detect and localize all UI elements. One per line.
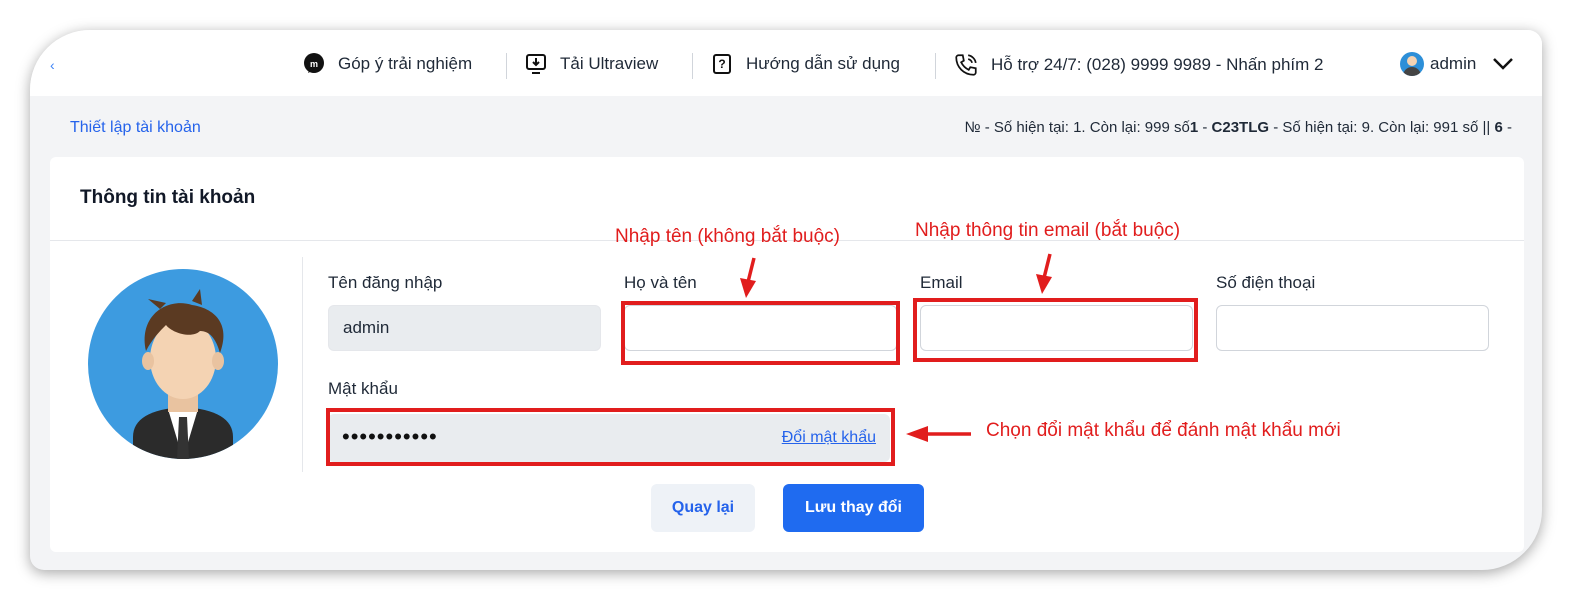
breadcrumb[interactable]: Thiết lập tài khoản <box>70 119 201 137</box>
user-menu[interactable]: admin <box>1400 52 1514 76</box>
ticker-text: C23TLG <box>1211 119 1270 136</box>
back-arrow-icon[interactable]: ‹ <box>50 57 55 73</box>
username-field: admin <box>328 305 601 351</box>
help-book-icon: ? <box>710 52 734 76</box>
sub-header: Thiết lập tài khoản № - Số hiện tại: 1. … <box>30 96 1542 154</box>
annotation-email-hint: Nhập thông tin email (bắt buộc) <box>915 220 1181 241</box>
ticker-text: - <box>1502 119 1512 136</box>
account-info-card: Thông tin tài khoản Tên đăng nhập admin … <box>50 157 1524 552</box>
feedback-label: Góp ý trải nghiệm <box>338 54 473 73</box>
phone-icon <box>953 52 979 78</box>
ticker-text: 1 <box>1189 119 1199 136</box>
divider <box>302 257 303 472</box>
user-name: admin <box>1430 54 1477 73</box>
ticker-text: - <box>1198 119 1212 136</box>
download-monitor-icon <box>524 52 548 76</box>
chevron-down-icon[interactable] <box>1492 57 1514 71</box>
divider <box>692 53 693 79</box>
save-changes-button[interactable]: Lưu thay đổi <box>783 484 924 532</box>
email-input[interactable] <box>920 305 1193 351</box>
ticker-text: || <box>1478 119 1495 136</box>
support-label: Hỗ trợ 24/7: (028) 9999 9989 - Nhấn phím… <box>991 55 1324 74</box>
ticker-text: - Số hiện tại: 9. Còn lại: 991 số <box>1269 119 1479 136</box>
annotation-password-hint: Chọn đổi mật khẩu để đánh mật khẩu mới <box>986 420 1341 441</box>
svg-text:?: ? <box>718 57 725 71</box>
chat-bubble-icon: m <box>302 52 326 76</box>
change-password-link[interactable]: Đổi mật khẩu <box>782 429 876 447</box>
fullname-label: Họ và tên <box>624 273 697 292</box>
password-label: Mật khẩu <box>328 379 398 398</box>
app-window: ‹ m Góp ý trải nghiệm Tải Ultraview ? Hư… <box>30 30 1542 570</box>
fullname-input[interactable] <box>624 305 897 351</box>
phone-input[interactable] <box>1216 305 1489 351</box>
email-label: Email <box>920 273 963 292</box>
username-label: Tên đăng nhập <box>328 273 443 292</box>
invoice-ticker: № - Số hiện tại: 1. Còn lại: 999 số1 - C… <box>964 119 1512 136</box>
ticker-text: № - Số hiện tại: 1. Còn lại: 999 số <box>964 119 1190 136</box>
svg-text:m: m <box>310 59 318 69</box>
divider <box>506 53 507 79</box>
back-button[interactable]: Quay lại <box>651 484 755 532</box>
profile-avatar-image <box>88 269 278 459</box>
guide-label: Hướng dẫn sử dụng <box>746 54 900 73</box>
feedback-link[interactable]: m Góp ý trải nghiệm <box>302 52 472 76</box>
annotation-name-hint: Nhập tên (không bắt buộc) <box>615 226 840 247</box>
password-mask: ••••••••••• <box>342 424 438 449</box>
user-avatar-icon <box>1400 52 1424 76</box>
support-hotline[interactable]: Hỗ trợ 24/7: (028) 9999 9989 - Nhấn phím… <box>953 52 1323 78</box>
password-field: ••••••••••• Đổi mật khẩu <box>328 414 890 462</box>
ultraview-download-link[interactable]: Tải Ultraview <box>524 52 658 76</box>
divider <box>935 53 936 79</box>
user-guide-link[interactable]: ? Hướng dẫn sử dụng <box>710 52 900 76</box>
ultraview-label: Tải Ultraview <box>560 54 659 73</box>
top-bar: ‹ m Góp ý trải nghiệm Tải Ultraview ? Hư… <box>30 30 1542 96</box>
card-title: Thông tin tài khoản <box>80 187 256 208</box>
phone-label: Số điện thoại <box>1216 273 1316 292</box>
ticker-text: 6 <box>1494 119 1503 136</box>
